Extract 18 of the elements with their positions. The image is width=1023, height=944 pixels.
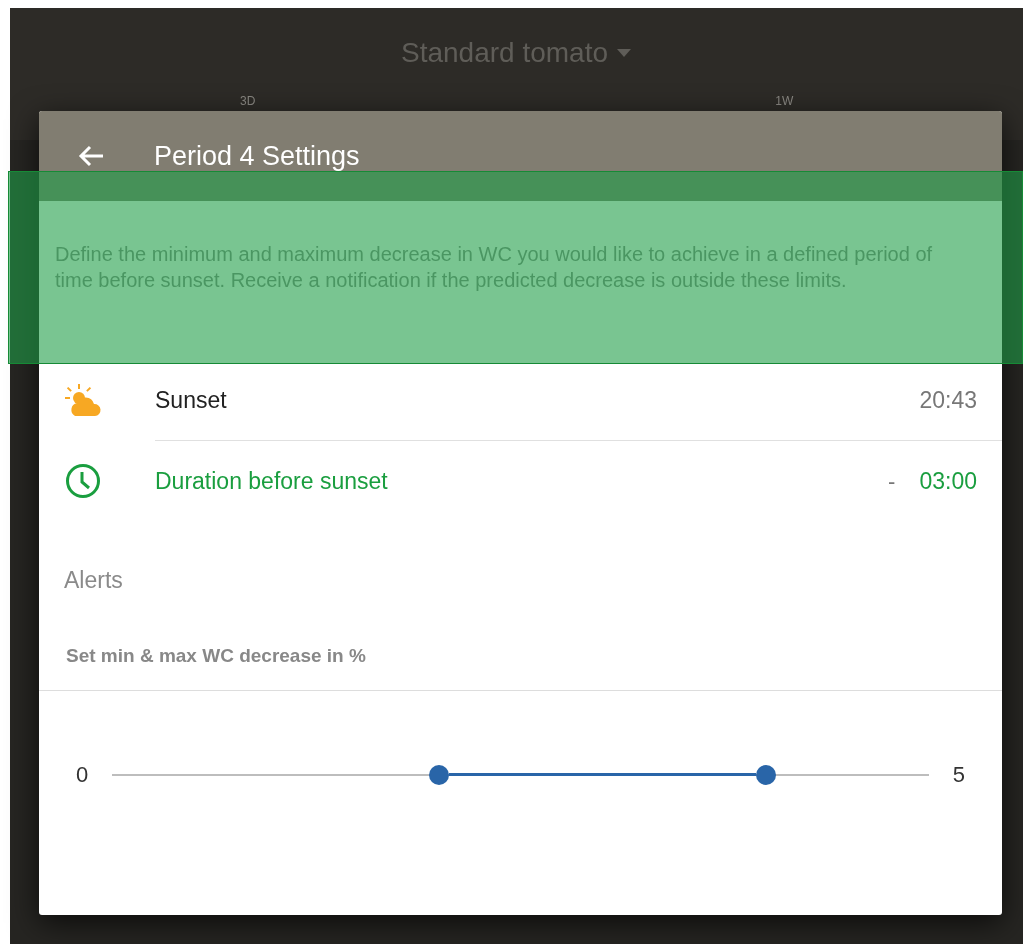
slider-label: Set min & max WC decrease in % bbox=[66, 643, 367, 668]
setting-label: Duration before sunset bbox=[155, 466, 389, 496]
setting-value[interactable]: 03:00 bbox=[919, 463, 977, 499]
minus-sign: - bbox=[888, 467, 896, 496]
setting-value: 20:43 bbox=[919, 386, 977, 416]
slider-thumb[interactable] bbox=[755, 764, 776, 785]
range-slider[interactable] bbox=[112, 764, 929, 785]
slider-max-label: 5 bbox=[951, 761, 965, 789]
section-heading: Alerts bbox=[64, 566, 124, 595]
caret-icon bbox=[616, 48, 632, 58]
slider-min-label: 0 bbox=[76, 761, 90, 789]
setting-label: Sunset bbox=[155, 386, 228, 416]
back-arrow-icon bbox=[78, 145, 104, 167]
range-tab[interactable]: 1W bbox=[775, 92, 794, 110]
dialog-title: Period 4 Settings bbox=[154, 139, 360, 173]
slider-thumb[interactable] bbox=[428, 764, 449, 785]
clock-icon bbox=[65, 463, 101, 499]
range-tab[interactable]: 3D bbox=[240, 92, 256, 110]
